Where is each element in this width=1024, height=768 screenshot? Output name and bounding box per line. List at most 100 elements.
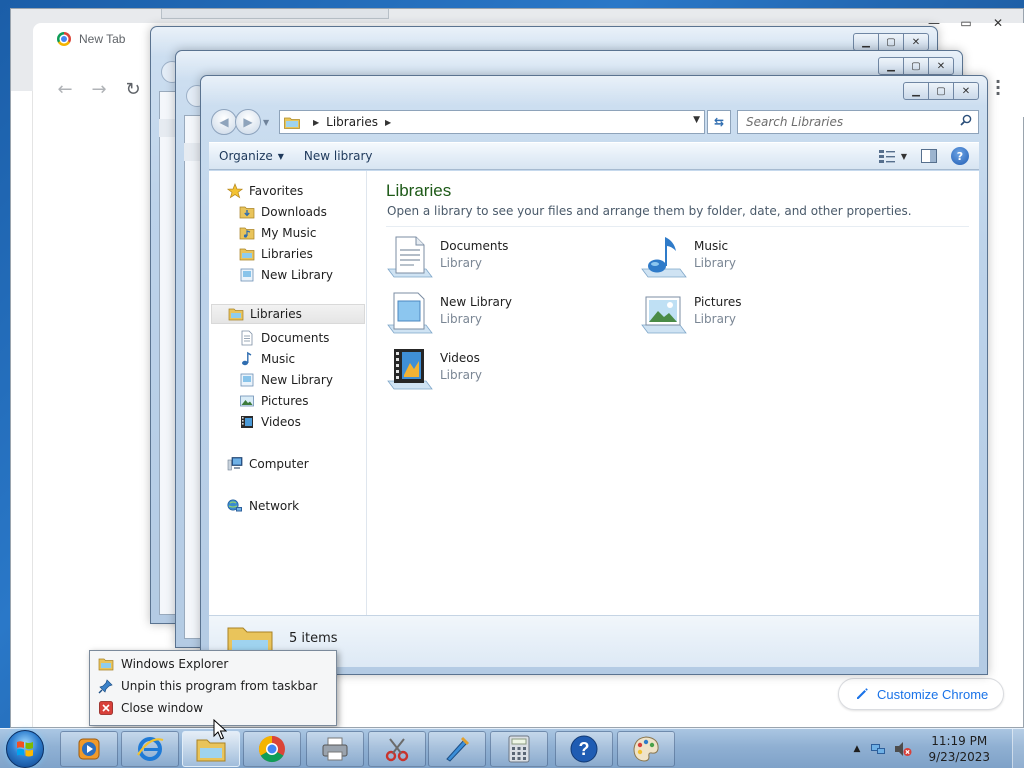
star-icon bbox=[227, 183, 243, 199]
nav-item-downloads[interactable]: Downloads bbox=[239, 202, 327, 222]
caption-buttons: ▁ ▢ ✕ bbox=[903, 82, 979, 100]
taskbar-snipping-tool[interactable] bbox=[368, 731, 426, 767]
jumplist-item-label: Unpin this program from taskbar bbox=[121, 679, 318, 693]
nav-libraries-label: Libraries bbox=[250, 307, 302, 321]
taskbar-paint-brush[interactable] bbox=[428, 731, 486, 767]
taskbar-chrome[interactable] bbox=[243, 731, 301, 767]
glass-band bbox=[201, 76, 987, 106]
nav-item-new-library[interactable]: New Library bbox=[239, 370, 333, 390]
help-icon: ? bbox=[570, 735, 598, 763]
network-icon bbox=[227, 499, 242, 512]
nav-item-pictures[interactable]: Pictures bbox=[239, 391, 309, 411]
minimize-icon[interactable]: ▁ bbox=[903, 82, 929, 100]
library-item-new-library[interactable]: New Library Library bbox=[386, 289, 616, 337]
breadcrumb-chevron-icon[interactable]: ▶ bbox=[385, 118, 391, 127]
breadcrumb-libraries[interactable]: Libraries bbox=[326, 115, 378, 129]
taskbar: ? ▲ 11:19 PM 9/23/2023 bbox=[0, 728, 1024, 768]
library-item-kind: Library bbox=[440, 312, 482, 326]
show-hidden-icons-icon[interactable]: ▲ bbox=[854, 744, 861, 754]
taskbar-windows-explorer[interactable] bbox=[182, 731, 240, 767]
downloads-folder-icon bbox=[239, 206, 255, 219]
library-item-documents[interactable]: Documents Library bbox=[386, 233, 616, 281]
show-desktop-button[interactable] bbox=[1012, 729, 1024, 768]
taskbar-media-player[interactable] bbox=[60, 731, 118, 767]
maximize-icon[interactable]: ▭ bbox=[951, 13, 981, 33]
nav-item-libraries-fav[interactable]: Libraries bbox=[239, 244, 313, 264]
refresh-button[interactable]: ⇆ bbox=[707, 110, 731, 134]
help-icon[interactable]: ? bbox=[951, 147, 969, 165]
maximize-icon[interactable]: ▢ bbox=[903, 57, 929, 75]
maximize-icon[interactable]: ▢ bbox=[878, 33, 904, 51]
nav-item-label: Pictures bbox=[261, 394, 309, 408]
internet-explorer-icon bbox=[137, 737, 164, 761]
address-row: ◀ ▶ ▼ ▶ Libraries ▶ ▼ ⇆ Search Libraries bbox=[209, 109, 979, 137]
nav-libraries[interactable]: Libraries bbox=[211, 304, 365, 324]
nav-item-label: Libraries bbox=[261, 247, 313, 261]
nav-network[interactable]: Network bbox=[227, 496, 299, 516]
library-item-music[interactable]: Music Library bbox=[640, 233, 870, 281]
divider bbox=[386, 226, 969, 227]
page-subtitle: Open a library to see your files and arr… bbox=[387, 204, 912, 218]
clock[interactable]: 11:19 PM 9/23/2023 bbox=[928, 733, 990, 765]
new-library-icon bbox=[240, 268, 254, 282]
back-arrow-icon[interactable]: ← bbox=[57, 79, 73, 100]
taskbar-help[interactable]: ? bbox=[555, 731, 613, 767]
paint-brush-icon bbox=[446, 736, 470, 762]
organize-label: Organize bbox=[219, 149, 273, 163]
nav-item-videos[interactable]: Videos bbox=[239, 412, 301, 432]
close-icon[interactable]: ✕ bbox=[903, 33, 929, 51]
breadcrumb-chevron-icon[interactable]: ▶ bbox=[313, 118, 319, 127]
nav-item-new-library-fav[interactable]: New Library bbox=[239, 265, 333, 285]
change-view-button[interactable]: ▼ bbox=[878, 149, 907, 163]
taskbar-internet-explorer[interactable] bbox=[121, 731, 179, 767]
nav-item-label: Documents bbox=[261, 331, 330, 345]
maximize-icon[interactable]: ▢ bbox=[928, 82, 954, 100]
volume-muted-icon[interactable] bbox=[894, 741, 912, 757]
customize-chrome-button[interactable]: Customize Chrome bbox=[838, 678, 1004, 710]
forward-button[interactable]: ▶ bbox=[235, 109, 261, 135]
nav-item-label: New Library bbox=[261, 268, 333, 282]
nav-computer[interactable]: Computer bbox=[227, 454, 309, 474]
taskbar-paint[interactable] bbox=[617, 731, 675, 767]
nav-favorites[interactable]: Favorites bbox=[227, 181, 303, 201]
media-player-icon bbox=[78, 738, 100, 760]
address-bar[interactable]: ▶ Libraries ▶ ▼ bbox=[279, 110, 705, 134]
jumplist-close-window[interactable]: Close window bbox=[98, 698, 203, 718]
music-folder-icon bbox=[239, 227, 255, 240]
jumplist-item-label: Close window bbox=[121, 701, 204, 715]
item-count: 5 items bbox=[289, 631, 338, 646]
minimize-icon[interactable]: ▁ bbox=[853, 33, 879, 51]
minimize-icon[interactable]: ▁ bbox=[878, 57, 904, 75]
clock-time: 11:19 PM bbox=[931, 734, 988, 748]
taskbar-calculator[interactable] bbox=[490, 731, 548, 767]
recent-pages-dropdown-icon[interactable]: ▼ bbox=[263, 118, 269, 127]
reload-icon[interactable]: ↻ bbox=[125, 79, 141, 100]
close-icon[interactable]: ✕ bbox=[953, 82, 979, 100]
taskbar-jumplist: Windows Explorer Unpin this program from… bbox=[89, 650, 337, 726]
jumplist-open-explorer[interactable]: Windows Explorer bbox=[98, 654, 228, 674]
organize-menu-button[interactable]: Organize ▼ bbox=[209, 143, 294, 169]
close-icon[interactable]: ✕ bbox=[928, 57, 954, 75]
library-item-pictures[interactable]: Pictures Library bbox=[640, 289, 870, 337]
nav-item-my-music[interactable]: My Music bbox=[239, 223, 316, 243]
start-button[interactable] bbox=[6, 730, 44, 768]
taskbar-printer[interactable] bbox=[306, 731, 364, 767]
nav-item-music[interactable]: Music bbox=[239, 349, 295, 369]
music-note-icon bbox=[242, 351, 252, 366]
forward-arrow-icon[interactable]: → bbox=[91, 79, 107, 100]
explorer-window-libraries[interactable]: ▁ ▢ ✕ ◀ ▶ ▼ ▶ Libraries ▶ ▼ ⇆ Search Lib… bbox=[200, 75, 988, 675]
new-library-button[interactable]: New library bbox=[294, 143, 383, 169]
nav-item-documents[interactable]: Documents bbox=[239, 328, 329, 348]
library-item-text: Videos Library bbox=[440, 345, 482, 382]
address-dropdown-icon[interactable]: ▼ bbox=[693, 115, 700, 125]
jumplist-unpin[interactable]: Unpin this program from taskbar bbox=[98, 676, 317, 696]
back-button[interactable]: ◀ bbox=[211, 109, 237, 135]
close-icon[interactable]: ✕ bbox=[983, 13, 1013, 33]
view-options-icon bbox=[878, 150, 895, 163]
preview-pane-icon[interactable] bbox=[921, 149, 937, 163]
kebab-menu-icon[interactable]: · · · bbox=[993, 74, 1003, 102]
library-item-videos[interactable]: Videos Library bbox=[386, 345, 616, 393]
search-input[interactable]: Search Libraries bbox=[737, 110, 979, 134]
network-tray-icon[interactable] bbox=[870, 741, 886, 757]
close-window-icon bbox=[99, 701, 113, 715]
